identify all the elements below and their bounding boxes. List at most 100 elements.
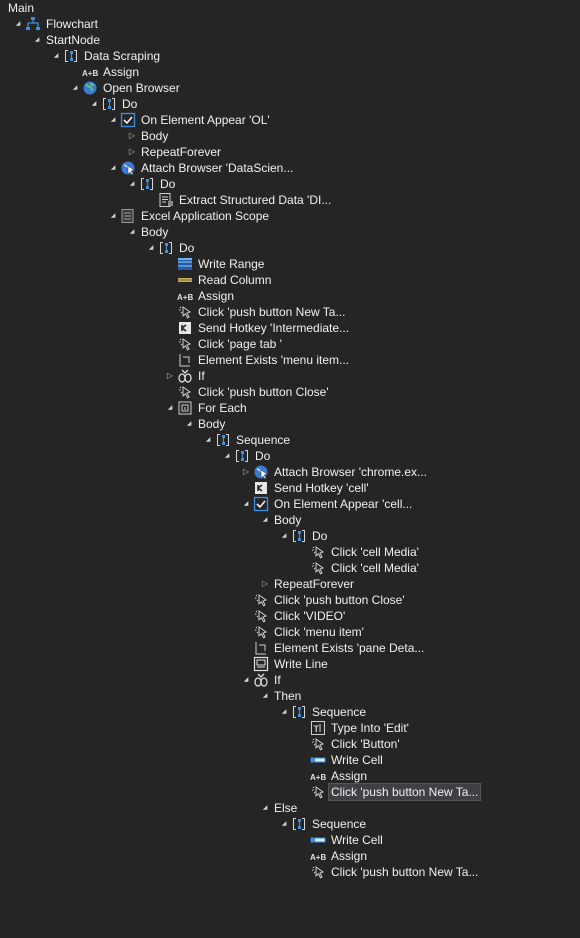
tree-item[interactable]: Body <box>127 224 170 240</box>
tree-item[interactable]: Data Scraping <box>51 48 162 64</box>
activity-tree: Main Flowchart StartNode Data Scraping A+B As… <box>0 0 580 938</box>
tree-item[interactable]: A+B Assign <box>165 288 236 304</box>
expanded-arrow-icon[interactable] <box>184 416 194 432</box>
tree-item[interactable]: If <box>241 672 283 688</box>
click-icon <box>253 624 269 640</box>
tree-item[interactable]: Extract Structured Data 'DI... <box>146 192 333 208</box>
tree-item[interactable]: Click 'push button New Ta... <box>298 864 480 880</box>
collapsed-arrow-icon[interactable] <box>127 144 137 160</box>
assign-icon: A+B <box>177 288 193 304</box>
collapsed-arrow-icon[interactable] <box>260 576 270 592</box>
expanded-arrow-icon[interactable] <box>108 160 118 176</box>
tree-item[interactable]: Then <box>260 688 303 704</box>
tree-item-label: Click 'VIDEO' <box>274 609 346 623</box>
sequence-icon <box>291 704 307 720</box>
collapsed-arrow-icon[interactable] <box>165 368 175 384</box>
tree-item[interactable]: Body <box>184 416 227 432</box>
tree-item[interactable]: RepeatForever <box>260 576 356 592</box>
tree-item[interactable]: Sequence <box>279 816 368 832</box>
tree-item[interactable]: Click 'push button Close' <box>165 384 331 400</box>
expanded-arrow-icon[interactable] <box>241 496 251 512</box>
tree-item[interactable]: Else <box>260 800 299 816</box>
expanded-arrow-icon[interactable] <box>241 672 251 688</box>
expanded-arrow-icon[interactable] <box>51 48 61 64</box>
expanded-arrow-icon[interactable] <box>13 16 23 32</box>
tree-item[interactable]: Body <box>260 512 303 528</box>
tree-item[interactable]: Main <box>0 0 36 16</box>
tree-item-label: Else <box>274 801 298 815</box>
tree-item[interactable]: Do <box>222 448 272 464</box>
tree-item[interactable]: Send Hotkey 'cell' <box>241 480 371 496</box>
tree-item-label: Do <box>312 529 328 543</box>
expanded-arrow-icon[interactable] <box>165 400 175 416</box>
tree-item[interactable]: Do <box>279 528 329 544</box>
tree-item-label: Do <box>160 177 176 191</box>
tree-item[interactable]: Open Browser <box>70 80 182 96</box>
expanded-arrow-icon[interactable] <box>279 528 289 544</box>
tree-item[interactable]: On Element Appear 'cell... <box>241 496 414 512</box>
tree-item[interactable]: Read Column <box>165 272 273 288</box>
tree-item[interactable]: Element Exists 'menu item... <box>165 352 351 368</box>
expanded-arrow-icon[interactable] <box>260 800 270 816</box>
expanded-arrow-icon[interactable] <box>260 688 270 704</box>
tree-item[interactable]: Sequence <box>279 704 368 720</box>
tree-item[interactable]: For Each <box>165 400 249 416</box>
tree-item[interactable]: A+B Assign <box>298 848 369 864</box>
tree-item[interactable]: On Element Appear 'OL' <box>108 112 272 128</box>
tree-item[interactable]: Click 'push button New Ta... <box>165 304 347 320</box>
tree-item-label: Assign <box>103 65 140 79</box>
tree-item[interactable]: Click 'push button Close' <box>241 592 407 608</box>
expanded-arrow-icon[interactable] <box>108 112 118 128</box>
tree-item[interactable]: Click 'cell Media' <box>298 560 421 576</box>
tree-item[interactable]: Body <box>127 128 170 144</box>
tree-item[interactable]: StartNode <box>32 32 102 48</box>
tree-item[interactable]: Click 'cell Media' <box>298 544 421 560</box>
tree-item[interactable]: Send Hotkey 'Intermediate... <box>165 320 351 336</box>
tree-item[interactable]: Element Exists 'pane Deta... <box>241 640 426 656</box>
tree-item[interactable]: T Type Into 'Edit' <box>298 720 411 736</box>
tree-item[interactable]: Write Range <box>165 256 266 272</box>
tree-item[interactable]: Sequence <box>203 432 292 448</box>
expanded-arrow-icon[interactable] <box>260 512 270 528</box>
expanded-arrow-icon[interactable] <box>279 816 289 832</box>
tree-item[interactable]: If <box>165 368 207 384</box>
expanded-arrow-icon[interactable] <box>108 208 118 224</box>
tree-item[interactable]: Do <box>127 176 177 192</box>
assign-icon: A+B <box>310 768 326 784</box>
tree-item[interactable]: Write Cell <box>298 832 385 848</box>
tree-item[interactable]: Click 'VIDEO' <box>241 608 347 624</box>
expanded-arrow-icon[interactable] <box>32 32 42 48</box>
expanded-arrow-icon[interactable] <box>89 96 99 112</box>
expanded-arrow-icon[interactable] <box>222 448 232 464</box>
tree-item[interactable]: A+B Assign <box>298 768 369 784</box>
expanded-arrow-icon[interactable] <box>127 176 137 192</box>
tree-item[interactable]: Attach Browser 'DataScien... <box>108 160 295 176</box>
write-range-icon <box>177 256 193 272</box>
tree-item-label: Assign <box>198 289 235 303</box>
tree-item[interactable]: Do <box>146 240 196 256</box>
tree-item-label: Send Hotkey 'Intermediate... <box>198 321 350 335</box>
tree-item[interactable]: Click 'menu item' <box>241 624 366 640</box>
read-column-icon <box>177 272 193 288</box>
tree-item[interactable]: Do <box>89 96 139 112</box>
tree-item[interactable]: Flowchart <box>13 16 100 32</box>
tree-item[interactable]: RepeatForever <box>127 144 223 160</box>
expanded-arrow-icon[interactable] <box>70 80 80 96</box>
collapsed-arrow-icon[interactable] <box>127 128 137 144</box>
collapsed-arrow-icon[interactable] <box>241 464 251 480</box>
tree-item-label: Click 'push button Close' <box>198 385 329 399</box>
tree-item[interactable]: A+B Assign <box>70 64 141 80</box>
tree-item[interactable]: Excel Application Scope <box>108 208 271 224</box>
expanded-arrow-icon[interactable] <box>203 432 213 448</box>
tree-item[interactable]: Click 'Button' <box>298 736 402 752</box>
tree-item[interactable]: Click 'page tab ' <box>165 336 284 352</box>
expanded-arrow-icon[interactable] <box>146 240 156 256</box>
tree-item[interactable]: Write Line <box>241 656 330 672</box>
tree-item[interactable]: Click 'push button New Ta... <box>298 783 482 801</box>
expanded-arrow-icon[interactable] <box>279 704 289 720</box>
tree-item[interactable]: Attach Browser 'chrome.ex... <box>241 464 429 480</box>
expanded-arrow-icon[interactable] <box>127 224 137 240</box>
tree-item[interactable]: Write Cell <box>298 752 385 768</box>
